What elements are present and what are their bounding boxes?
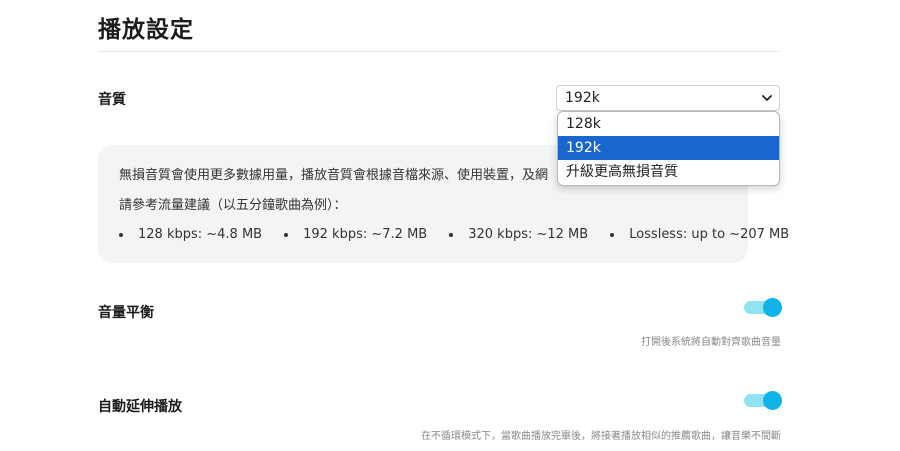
bullet-dot-icon	[119, 232, 123, 237]
title-divider	[98, 51, 781, 52]
toggle-knob	[763, 298, 782, 317]
bullet-dot-icon	[284, 232, 289, 237]
list-item-text: 128 kbps: ~4.8 MB	[138, 227, 263, 242]
quality-option-192k[interactable]: 192k	[558, 136, 779, 160]
volume-balance-hint: 打開後系統將自動對齊歌曲音量	[641, 337, 781, 348]
volume-balance-toggle[interactable]	[744, 298, 782, 318]
list-item-text: 320 kbps: ~12 MB	[468, 227, 589, 242]
volume-balance-label: 音量平衡	[98, 305, 154, 321]
list-item: 128 kbps: ~4.8 MB	[119, 227, 262, 242]
quality-info-line-2: 請參考流量建議（以五分鐘歌曲為例）：	[119, 198, 347, 213]
list-item-text: Lossless: up to ~207 MB	[629, 227, 790, 242]
page-title: 播放設定	[98, 17, 194, 43]
chevron-down-icon	[762, 95, 772, 101]
bullet-dot-icon	[449, 232, 454, 237]
playback-settings-page: 播放設定 音質 192k 無損音質會使用更多數據用量，播放音質會根據音檔來源、使…	[0, 0, 900, 451]
list-item: Lossless: up to ~207 MB	[610, 227, 789, 242]
autoplay-toggle[interactable]	[744, 391, 782, 411]
data-usage-list: 128 kbps: ~4.8 MB 192 kbps: ~7.2 MB 320 …	[119, 227, 811, 242]
list-item: 192 kbps: ~7.2 MB	[284, 227, 427, 242]
quality-label: 音質	[98, 92, 126, 108]
quality-dropdown-menu: 128k 192k 升級更高無損音質	[557, 111, 780, 186]
quality-option-128k[interactable]: 128k	[558, 112, 779, 136]
autoplay-hint: 在不循環模式下，當歌曲播放完畢後，將接著播放相似的推薦歌曲，讓音樂不間斷	[421, 431, 781, 442]
quality-select[interactable]: 192k	[556, 85, 780, 111]
quality-info-line-1: 無損音質會使用更多數據用量，播放音質會根據音檔來源、使用裝置，及網	[119, 168, 549, 183]
list-item: 320 kbps: ~12 MB	[449, 227, 588, 242]
list-item-text: 192 kbps: ~7.2 MB	[303, 227, 428, 242]
quality-option-upgrade-lossless[interactable]: 升級更高無損音質	[558, 160, 779, 184]
quality-select-value: 192k	[565, 90, 600, 106]
toggle-knob	[763, 391, 782, 410]
bullet-dot-icon	[610, 232, 615, 237]
autoplay-label: 自動延伸播放	[98, 399, 182, 415]
